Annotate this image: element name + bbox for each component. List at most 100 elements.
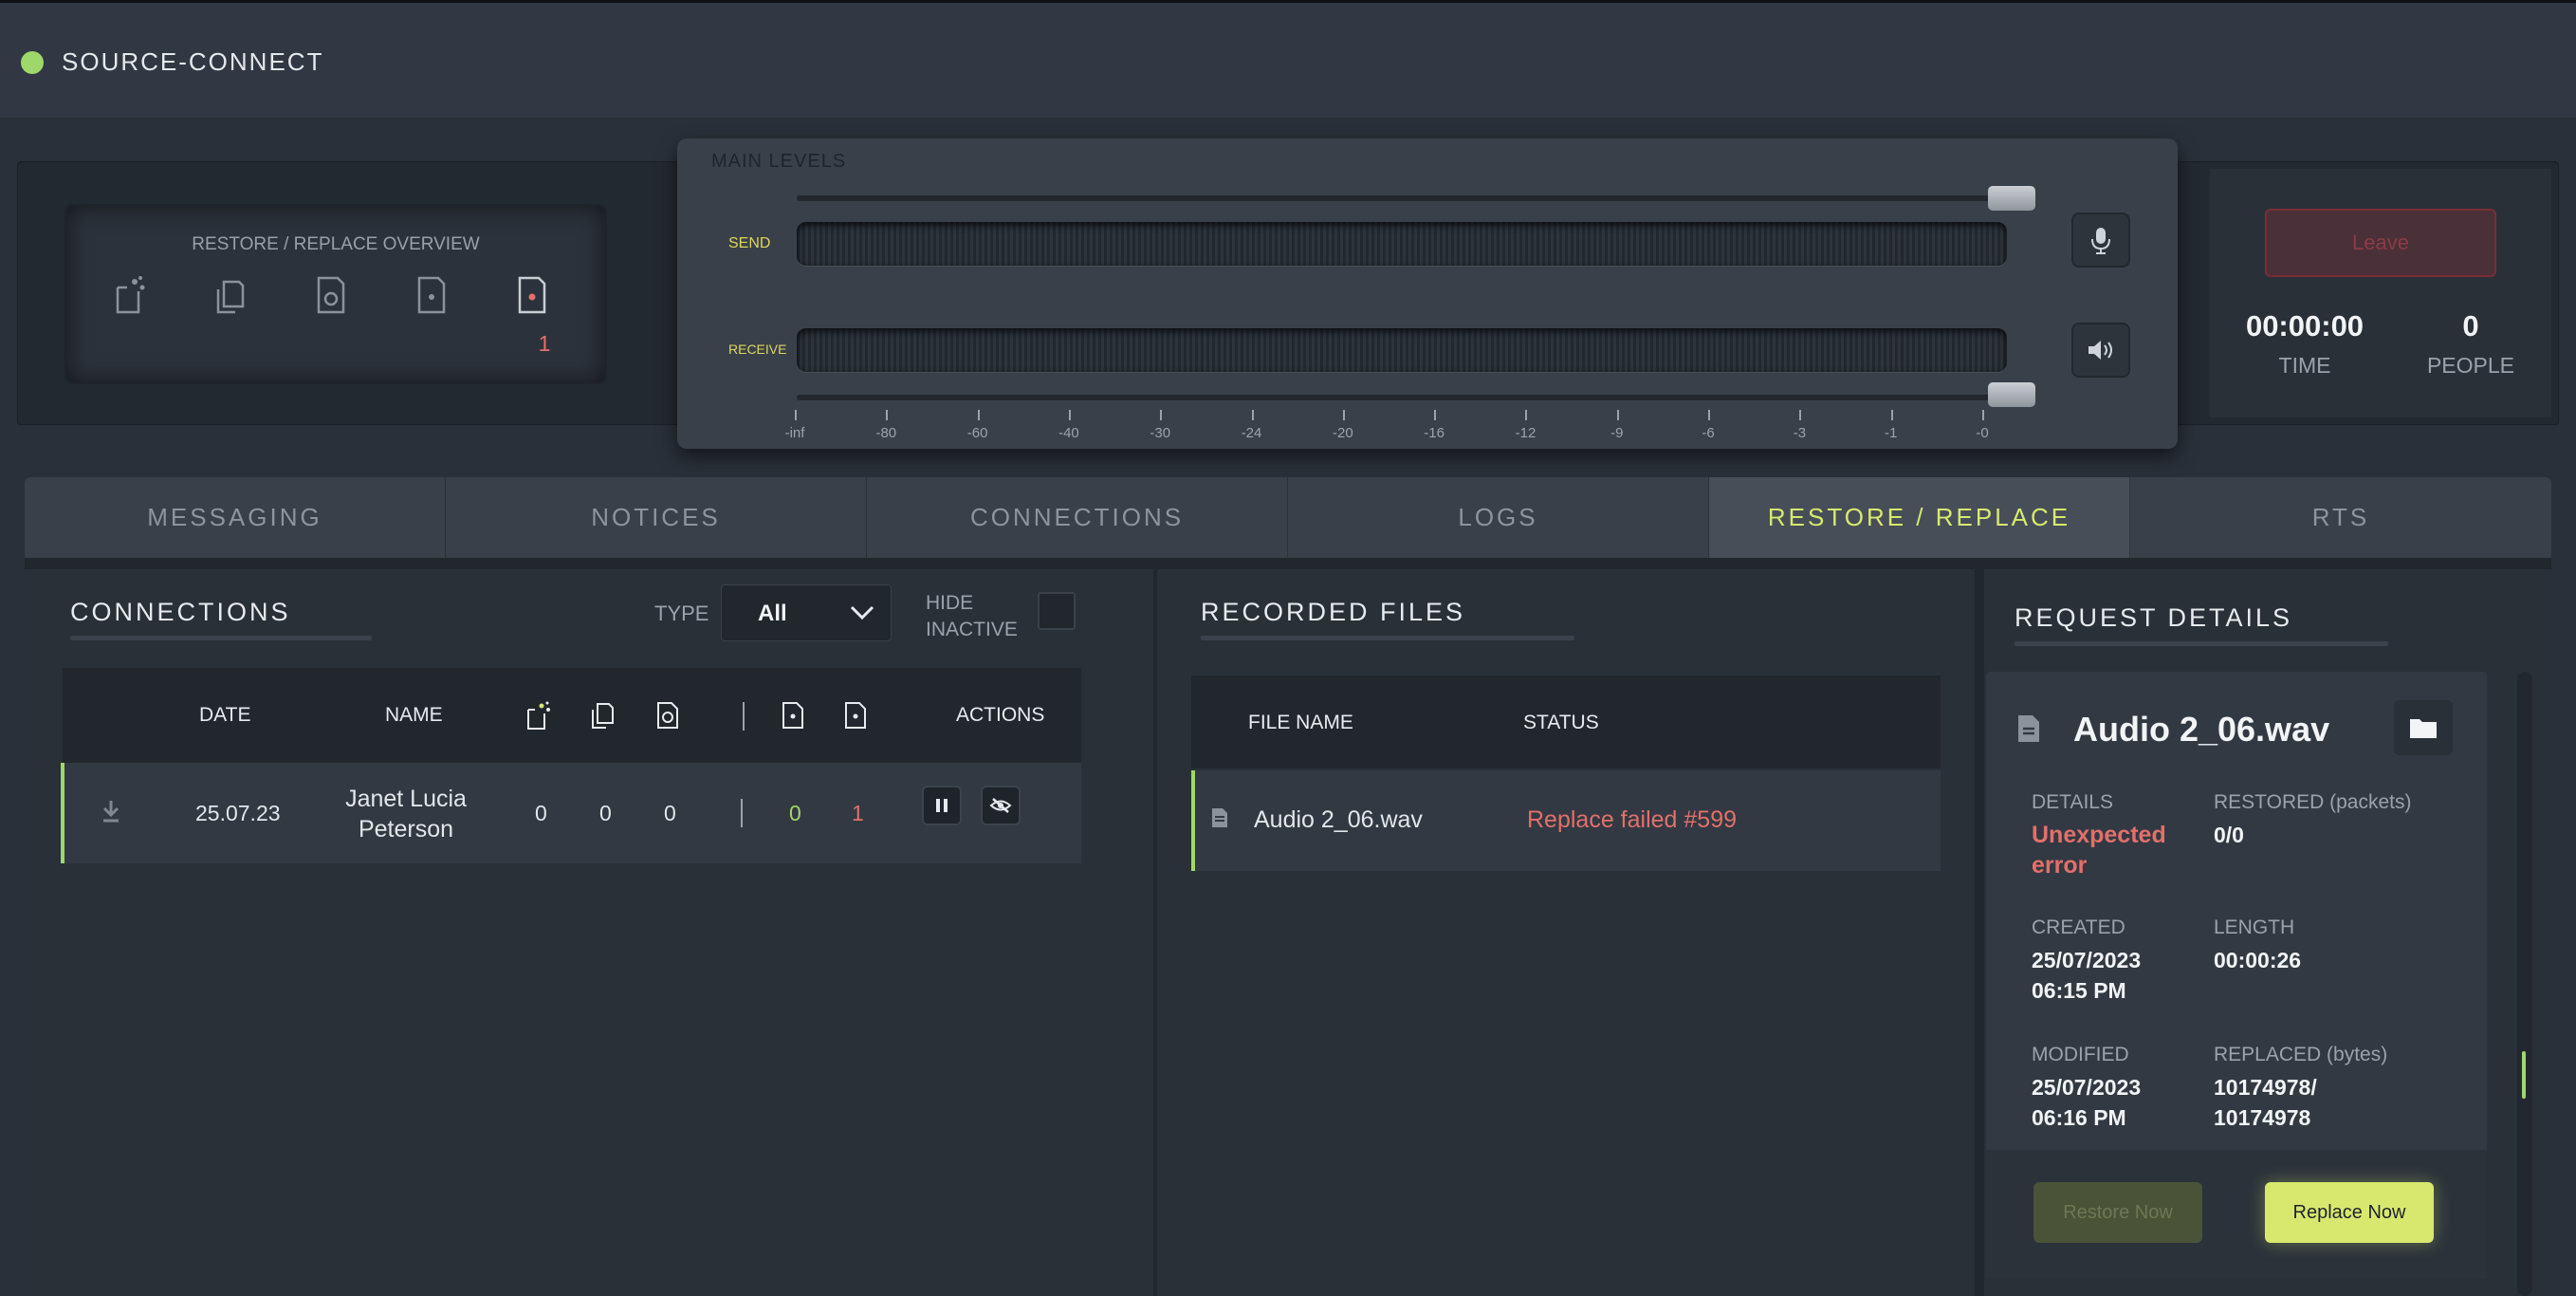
tab-notices[interactable]: NOTICES (446, 477, 867, 558)
level-scale-label: -16 (1424, 425, 1444, 441)
time-label: TIME (2278, 353, 2331, 378)
details-filename: Audio 2_06.wav (2073, 710, 2330, 749)
level-scale-tick (886, 410, 889, 420)
count-copy: 0 (599, 801, 612, 825)
level-scale-label: -3 (1793, 425, 1807, 441)
restore-now-button[interactable]: Restore Now (2033, 1182, 2202, 1243)
tab-restore-replace[interactable]: RESTORE / REPLACE (1709, 477, 2130, 558)
level-scale-label: -20 (1333, 425, 1353, 441)
recorded-file-name: Audio 2_06.wav (1254, 806, 1423, 833)
folder-icon (2410, 719, 2437, 738)
recorded-files-title: RECORDED FILES (1201, 598, 1466, 626)
send-slider-thumb[interactable] (1988, 186, 2035, 211)
mic-button[interactable] (2071, 213, 2130, 268)
col-actions: ACTIONS (956, 704, 1045, 726)
level-scale-tick (1251, 410, 1254, 420)
receive-slider-thumb[interactable] (1988, 382, 2035, 407)
created-time: 06:15 PM (2032, 978, 2126, 1003)
level-scale-tick (1616, 410, 1619, 420)
restore-replace-overview: RESTORE / REPLACE OVERVIEW 1 (64, 204, 607, 384)
download-icon[interactable] (101, 799, 121, 824)
details-label: DETAILS (2032, 791, 2113, 813)
column-divider (741, 799, 743, 827)
file-error-icon (845, 702, 866, 729)
modified-time: 06:16 PM (2032, 1105, 2126, 1130)
eye-off-icon (989, 798, 1012, 813)
created-date: 25/07/2023 (2032, 948, 2142, 972)
file-sparkle-icon (114, 274, 146, 316)
level-scale-tick (1342, 410, 1345, 420)
count-record: 0 (664, 801, 676, 825)
time-value: 00:00:00 (2245, 309, 2364, 343)
hide-button[interactable] (981, 786, 1021, 825)
row-name-line2: Peterson (358, 816, 454, 842)
replace-now-button[interactable]: Replace Now (2265, 1182, 2434, 1243)
details-scrollbar-thumb[interactable] (2522, 1051, 2526, 1099)
leave-button[interactable]: Leave (2265, 209, 2496, 277)
level-scale-tick (1434, 410, 1437, 420)
table-row[interactable]: Audio 2_06.wav Replace failed #599 (1191, 770, 1941, 871)
recorded-files-title-underline (1201, 636, 1574, 640)
details-value-line2: error (2032, 852, 2088, 879)
chevron-down-icon (850, 605, 874, 620)
table-row[interactable]: 25.07.23 Janet Lucia Peterson 0 0 0 0 1 (61, 763, 1081, 863)
speaker-icon (2088, 341, 2112, 360)
replaced-value-line2: 10174978 (2214, 1105, 2311, 1130)
pause-icon (936, 799, 948, 812)
level-scale-tick (1890, 410, 1893, 420)
recorded-files-panel: RECORDED FILES FILE NAME STATUS Audio 2_… (1157, 569, 1975, 1296)
request-details-panel: REQUEST DETAILS Audio 2_06.wav DETAILS U… (1984, 569, 2551, 1296)
file-dot-icon (415, 274, 448, 316)
status-dot-icon (21, 51, 44, 74)
speaker-button[interactable] (2071, 323, 2130, 378)
tab-messaging[interactable]: MESSAGING (25, 477, 446, 558)
created-label: CREATED (2032, 916, 2125, 938)
row-name: Janet Lucia Peterson (311, 784, 501, 844)
restored-label: RESTORED (packets) (2214, 791, 2412, 813)
people-value: 0 (2462, 309, 2479, 343)
connections-title: CONNECTIONS (70, 598, 291, 626)
modified-date: 25/07/2023 (2032, 1075, 2142, 1100)
level-scale-tick (1708, 410, 1711, 420)
level-scale-tick (1068, 410, 1071, 420)
receive-meter (797, 328, 2007, 372)
tab-connections[interactable]: CONNECTIONS (867, 477, 1288, 558)
level-scale-tick (1982, 410, 1984, 420)
level-scale-label: -0 (1976, 425, 1989, 441)
details-scrollbar[interactable] (2517, 672, 2532, 1296)
created-value: 25/07/2023 06:15 PM (2032, 945, 2141, 1006)
col-name: NAME (385, 704, 443, 726)
open-folder-button[interactable] (2394, 700, 2453, 755)
file-dot-icon (782, 702, 803, 729)
top-bar: SOURCE-CONNECT (0, 0, 2576, 118)
send-slider-track[interactable] (797, 195, 2030, 201)
request-details-card: Audio 2_06.wav DETAILS Unexpected error … (1986, 672, 2487, 1279)
type-select-value: All (758, 601, 787, 626)
level-scale-label: -9 (1610, 425, 1624, 441)
session-stats-panel (2210, 169, 2551, 417)
pause-button[interactable] (922, 786, 962, 825)
column-divider (743, 702, 745, 731)
tab-logs[interactable]: LOGS (1288, 477, 1709, 558)
hide-inactive-checkbox[interactable] (1038, 592, 1076, 630)
replaced-value: 10174978/ 10174978 (2214, 1072, 2317, 1133)
request-details-title: REQUEST DETAILS (2015, 603, 2293, 632)
row-date: 25.07.23 (195, 801, 281, 825)
level-scale-tick (977, 410, 980, 420)
type-select[interactable]: All (721, 584, 892, 641)
error-count: 1 (538, 331, 551, 356)
level-scale-label: -12 (1515, 425, 1536, 441)
modified-label: MODIFIED (2032, 1044, 2129, 1065)
replaced-value-line1: 10174978/ (2214, 1075, 2317, 1100)
receive-slider-track[interactable] (797, 395, 2030, 400)
file-sparkle-icon (527, 701, 550, 730)
file-icon (2018, 715, 2039, 742)
count-sparkle: 0 (535, 801, 547, 825)
connections-table-header: DATE NAME ACTIONS (63, 668, 1081, 763)
level-scale-label: -1 (1885, 425, 1898, 441)
connections-title-underline (70, 636, 372, 640)
tab-rts[interactable]: RTS (2130, 477, 2551, 558)
count-dot: 0 (789, 801, 801, 825)
replaced-label: REPLACED (bytes) (2214, 1044, 2388, 1065)
type-label: TYPE (654, 602, 709, 625)
